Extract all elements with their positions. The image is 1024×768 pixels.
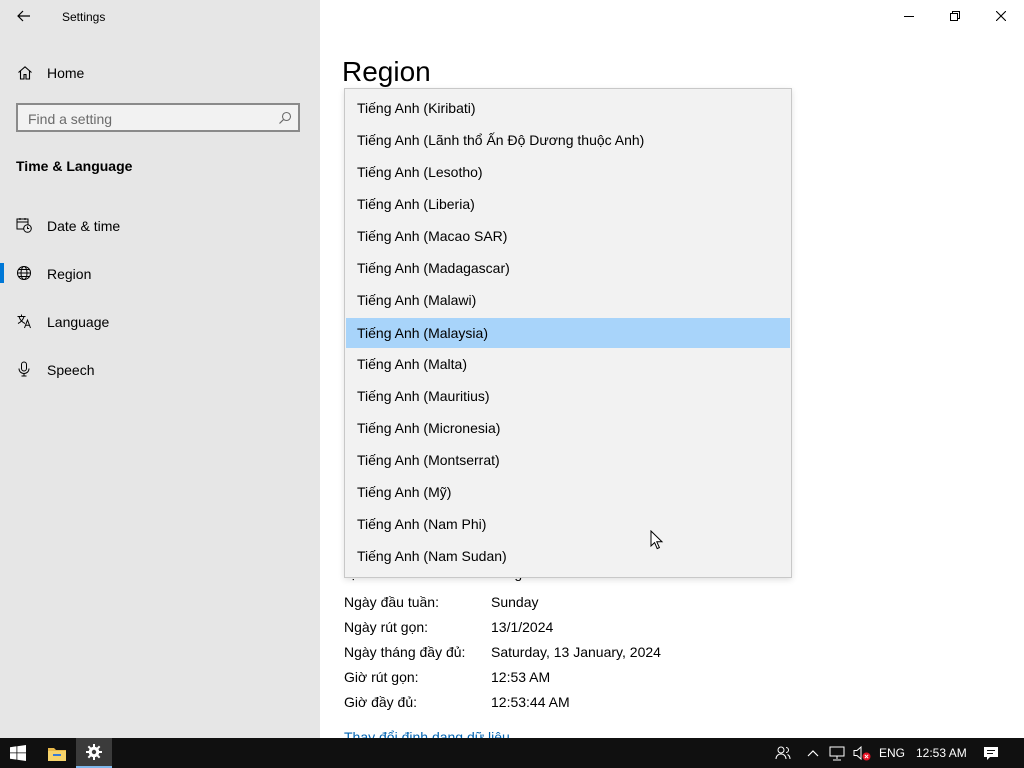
format-key: Ngày đầu tuần: <box>344 594 439 610</box>
dropdown-option[interactable]: Tiếng Anh (Macao SAR) <box>346 221 790 251</box>
calendar-clock-icon <box>16 218 32 233</box>
dropdown-option[interactable]: Tiếng Anh (Malta) <box>346 349 790 379</box>
start-button[interactable] <box>0 738 36 768</box>
dropdown-option[interactable]: Tiếng Anh (Kiribati) <box>346 93 790 123</box>
dropdown-option-label: Tiếng Anh (Mỹ) <box>357 484 452 500</box>
dropdown-option-label: Tiếng Anh (Macao SAR) <box>357 228 508 244</box>
microphone-icon <box>18 361 30 377</box>
section-title: Time & Language <box>16 158 133 174</box>
page-title: Region <box>342 56 431 87</box>
tray-people[interactable] <box>766 738 800 768</box>
dropdown-option[interactable]: Tiếng Anh (Lesotho) <box>346 157 790 187</box>
window-controls <box>886 0 1024 32</box>
dropdown-option[interactable]: Tiếng Anh (Montserrat) <box>346 445 790 475</box>
dropdown-option[interactable]: Tiếng Anh (Mauritius) <box>346 381 790 411</box>
format-value: 12:53:44 AM <box>491 694 570 710</box>
dropdown-option-label: Tiếng Anh (Mauritius) <box>357 388 490 404</box>
dropdown-option-label: Tiếng Anh (Liberia) <box>357 196 475 212</box>
taskbar: ENG 12:53 AM <box>0 738 1024 768</box>
dropdown-option-label: Tiếng Anh (Malta) <box>357 356 467 372</box>
gear-icon <box>86 744 102 760</box>
sidebar: Settings Home Time & Language Date & tim… <box>0 0 320 738</box>
action-center-button[interactable] <box>974 738 1008 768</box>
region-dropdown-list[interactable]: Tiếng Anh (Kiribati) Tiếng Anh (Lãnh thổ… <box>344 88 792 578</box>
format-key: Ngày tháng đầy đủ: <box>344 644 466 660</box>
sidebar-item-label: Region <box>47 266 92 282</box>
minimize-button[interactable] <box>886 0 932 32</box>
dropdown-option-label: Tiếng Anh (Madagascar) <box>357 260 510 276</box>
sidebar-item-label: Date & time <box>47 218 121 234</box>
format-key: Giờ rút gọn: <box>344 669 419 685</box>
dropdown-option[interactable]: Tiếng Anh (Madagascar) <box>346 253 790 283</box>
tray-network[interactable] <box>824 738 850 768</box>
clock[interactable]: 12:53 AM <box>916 746 967 760</box>
input-language[interactable]: ENG <box>879 746 905 760</box>
taskbar-file-explorer[interactable] <box>39 738 75 768</box>
dropdown-option-label: Tiếng Anh (Malawi) <box>357 292 477 308</box>
sidebar-item-language[interactable]: Language <box>0 305 320 337</box>
format-key: Ngày rút gọn: <box>344 619 429 635</box>
home-icon <box>18 66 32 80</box>
sidebar-item-region[interactable]: Region <box>0 257 320 289</box>
mouse-cursor-icon <box>650 530 664 550</box>
dropdown-option[interactable]: Tiếng Anh (Liberia) <box>346 189 790 219</box>
format-value: 12:53 AM <box>491 669 551 685</box>
search-icon[interactable] <box>278 111 292 125</box>
chevron-up-icon <box>807 750 819 757</box>
close-button[interactable] <box>978 0 1024 32</box>
folder-icon <box>48 747 66 761</box>
dropdown-option-label: Tiếng Anh (Lãnh thổ Ấn Độ Dương thuộc An… <box>357 132 645 148</box>
selection-indicator <box>0 263 4 283</box>
format-value: 13/1/2024 <box>491 619 554 635</box>
dropdown-option-label: Tiếng Anh (Malaysia) <box>357 325 488 341</box>
restore-button[interactable] <box>932 0 978 32</box>
language-icon <box>17 314 31 329</box>
dropdown-option-selected[interactable]: Tiếng Anh (Malaysia) <box>346 318 790 348</box>
volume-muted-icon <box>853 745 871 761</box>
sidebar-item-home[interactable]: Home <box>0 58 320 88</box>
notification-icon <box>984 746 998 760</box>
sidebar-item-speech[interactable]: Speech <box>0 353 320 385</box>
sidebar-item-label: Language <box>47 314 110 330</box>
tray-show-hidden[interactable] <box>802 738 824 768</box>
dropdown-option[interactable]: Tiếng Anh (Mỹ) <box>346 477 790 507</box>
dropdown-option[interactable]: Tiếng Anh (Malawi) <box>346 285 790 315</box>
sidebar-item-date-time[interactable]: Date & time <box>0 209 320 241</box>
globe-icon <box>17 266 31 280</box>
people-icon <box>775 746 791 760</box>
tray-volume[interactable] <box>850 738 874 768</box>
close-icon <box>996 11 1006 21</box>
windows-logo-icon <box>10 745 26 761</box>
app-title: Settings <box>62 10 106 24</box>
back-arrow-icon <box>17 10 30 22</box>
sidebar-item-home-label: Home <box>47 65 85 81</box>
format-key: Giờ đầy đủ: <box>344 694 417 710</box>
dropdown-option[interactable]: Tiếng Anh (Micronesia) <box>346 413 790 443</box>
format-value: Sunday <box>491 594 539 610</box>
format-value: Saturday, 13 January, 2024 <box>491 644 661 660</box>
dropdown-option-label: Tiếng Anh (Nam Sudan) <box>357 548 507 564</box>
dropdown-option-label: Tiếng Anh (Micronesia) <box>357 420 501 436</box>
network-icon <box>829 746 845 760</box>
back-button[interactable] <box>10 4 38 28</box>
dropdown-option-label: Tiếng Anh (Nam Phi) <box>357 516 487 532</box>
dropdown-option[interactable]: Tiếng Anh (Nam Phi) <box>346 509 790 539</box>
dropdown-option-label: Tiếng Anh (Montserrat) <box>357 452 500 468</box>
search-input[interactable] <box>26 109 270 129</box>
taskbar-settings[interactable] <box>76 738 112 768</box>
dropdown-option-label: Tiếng Anh (Kiribati) <box>357 100 476 116</box>
dropdown-option[interactable]: Tiếng Anh (Nam Sudan) <box>346 541 790 571</box>
minimize-icon <box>904 16 914 17</box>
dropdown-option-label: Tiếng Anh (Lesotho) <box>357 164 483 180</box>
search-box[interactable] <box>16 103 300 132</box>
sidebar-item-label: Speech <box>47 362 95 378</box>
restore-icon <box>950 11 960 21</box>
dropdown-option[interactable]: Tiếng Anh (Lãnh thổ Ấn Độ Dương thuộc An… <box>346 125 790 155</box>
